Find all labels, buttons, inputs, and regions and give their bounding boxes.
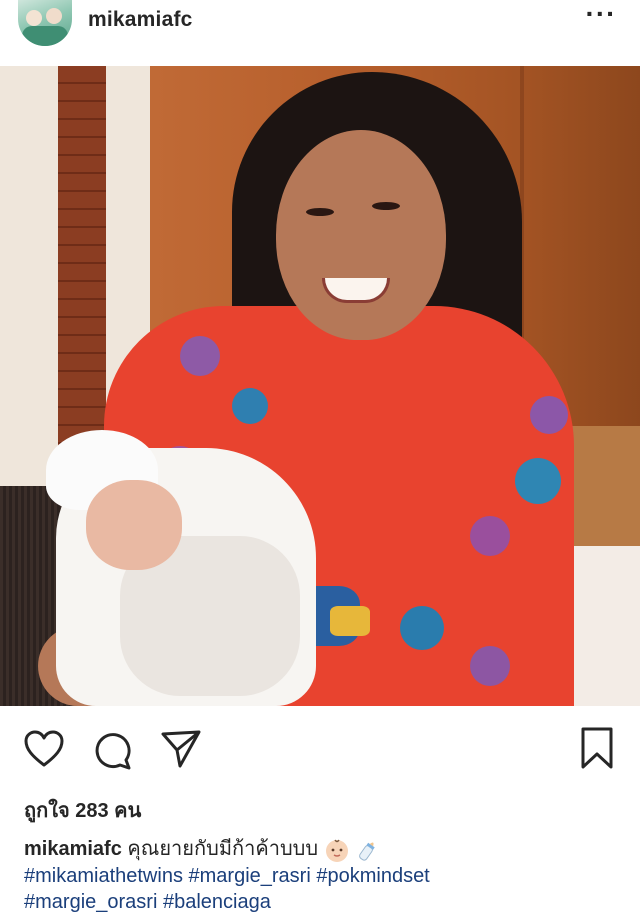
caption-username[interactable]: mikamiafc [24, 838, 122, 860]
bookmark-icon[interactable] [580, 726, 614, 770]
caption-line-2: #mikamiathetwins #margie_rasri #pokminds… [24, 863, 624, 889]
hashtag-link[interactable]: #mikamiathetwins [24, 865, 183, 887]
post-photo[interactable] [0, 66, 640, 706]
post-author-username[interactable]: mikamiafc [88, 8, 193, 32]
baby-face-icon [325, 839, 348, 862]
post-header: mikamiafc ··· [0, 0, 640, 66]
avatar[interactable] [18, 0, 72, 46]
hashtag-link[interactable]: #margie_orasri [24, 891, 157, 913]
caption-line-3: #margie_orasri #balenciaga [24, 889, 624, 915]
hashtag-link[interactable]: #pokmindset [316, 865, 429, 887]
share-icon[interactable] [160, 728, 202, 770]
hashtag-link[interactable]: #margie_rasri [189, 865, 311, 887]
caption-line-1: mikamiafc คุณยายกับมีก้าค้าบบบ [24, 836, 624, 863]
baby-bottle-icon [359, 842, 375, 861]
comment-icon[interactable] [92, 730, 132, 770]
like-count[interactable]: ถูกใจ 283 คน [24, 794, 141, 826]
more-horizontal-icon[interactable]: ··· [584, 0, 618, 32]
heart-icon[interactable] [24, 730, 64, 768]
post-caption: mikamiafc คุณยายกับมีก้าค้าบบบ #mikamiat… [24, 836, 624, 915]
post-action-bar [0, 706, 640, 786]
caption-text: คุณยายกับมีก้าค้าบบบ [127, 838, 319, 860]
hashtag-link[interactable]: #balenciaga [163, 891, 271, 913]
